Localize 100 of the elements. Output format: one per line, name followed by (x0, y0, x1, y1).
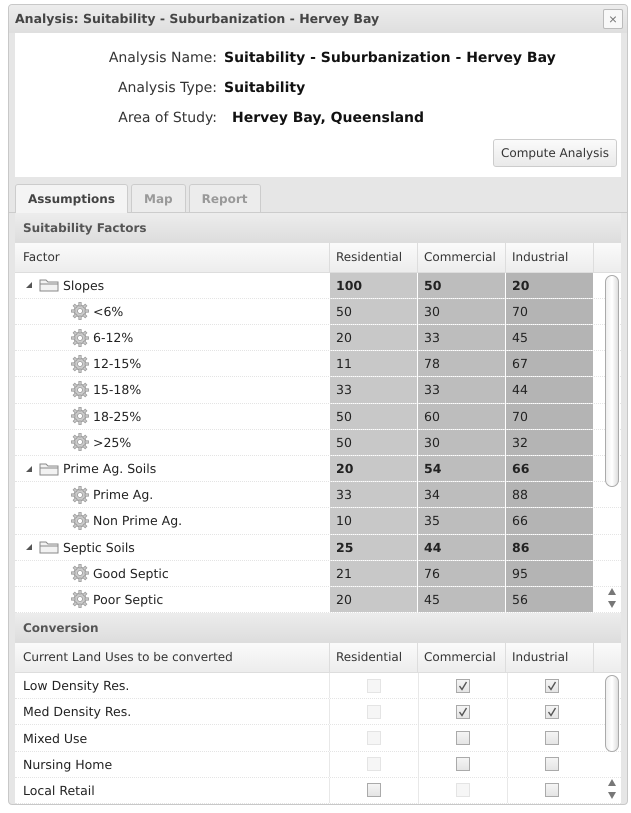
value-cell[interactable]: 45 (505, 325, 593, 350)
value-cell[interactable]: 20 (505, 272, 593, 298)
column-header[interactable]: Commercial (417, 242, 505, 272)
value-cell[interactable]: 100 (329, 272, 417, 298)
info-value: Suitability - Suburbanization - Hervey Bay (224, 50, 556, 66)
info-value: Suitability (224, 80, 306, 96)
factor-name: >25% (93, 434, 132, 450)
checkbox[interactable] (456, 678, 470, 693)
column-header[interactable]: Current Land Uses to be converted (15, 643, 329, 672)
value-cell[interactable]: 76 (417, 560, 505, 586)
scroll-down-icon[interactable] (608, 792, 616, 799)
value-cell[interactable]: 88 (505, 482, 593, 508)
value-cell[interactable]: 30 (417, 298, 505, 324)
land-use-name: Mixed Use (23, 730, 88, 746)
value-cell[interactable]: 67 (505, 351, 593, 376)
value-cell[interactable]: 78 (417, 351, 505, 376)
window-title: Analysis: Suitability - Suburbanization - Hervey Bay (15, 11, 380, 26)
factor-name: 15-18% (93, 382, 142, 398)
column-header[interactable]: Industrial (505, 242, 593, 272)
checkbox[interactable] (456, 704, 470, 719)
column-header[interactable]: Residential (329, 242, 417, 272)
value-cell[interactable]: 56 (505, 586, 593, 612)
expand-triangle-icon[interactable] (25, 464, 33, 473)
gear-icon (71, 486, 89, 504)
gear-icon (71, 433, 89, 452)
factor-name: Non Prime Ag. (93, 513, 182, 528)
value-cell[interactable]: 32 (505, 430, 593, 455)
info-value: Hervey Bay, Queensland (232, 110, 424, 126)
info-label: Area of Study: (117, 110, 218, 126)
gear-icon (71, 354, 89, 373)
checkbox[interactable] (367, 783, 381, 798)
gear-icon (71, 512, 89, 530)
value-cell[interactable]: 33 (329, 377, 417, 403)
checkbox[interactable] (545, 678, 559, 693)
info-label: Analysis Type: (116, 80, 218, 96)
value-cell[interactable]: 54 (417, 456, 505, 482)
value-cell[interactable]: 86 (505, 534, 593, 560)
column-header[interactable]: Residential (329, 643, 417, 672)
value-cell[interactable]: 33 (329, 482, 417, 508)
value-cell[interactable]: 33 (417, 325, 505, 350)
land-use-name: Low Density Res. (23, 678, 130, 694)
checkbox[interactable] (545, 704, 559, 719)
value-cell[interactable]: 50 (329, 298, 417, 324)
info-label: Analysis Name: (108, 50, 218, 66)
checkbox[interactable] (545, 757, 559, 772)
value-cell[interactable]: 21 (329, 560, 417, 586)
factor-name: Good Septic (93, 566, 169, 581)
value-cell[interactable]: 30 (417, 430, 505, 455)
value-cell[interactable]: 70 (505, 404, 593, 429)
value-cell[interactable]: 66 (505, 508, 593, 534)
checkbox[interactable] (545, 783, 559, 798)
value-cell[interactable]: 34 (417, 482, 505, 508)
value-cell[interactable]: 10 (329, 508, 417, 534)
gear-icon (71, 590, 89, 608)
value-cell[interactable]: 20 (329, 586, 417, 612)
factor-name: Septic Soils (63, 540, 135, 555)
checkbox[interactable] (545, 731, 559, 746)
value-cell[interactable]: 50 (329, 404, 417, 429)
scroll-up-icon[interactable] (608, 588, 616, 596)
gear-icon (71, 564, 89, 582)
value-cell[interactable]: 44 (417, 534, 505, 560)
value-cell[interactable]: 50 (329, 430, 417, 455)
value-cell[interactable]: 33 (417, 377, 505, 403)
column-header[interactable]: Factor (15, 242, 329, 272)
gear-icon (71, 407, 89, 426)
compute-analysis-button[interactable]: Compute Analysis (493, 138, 617, 167)
gear-icon (71, 328, 89, 347)
land-use-name: Local Retail (23, 782, 95, 798)
section-header: Conversion (15, 613, 621, 644)
expand-triangle-icon[interactable] (25, 281, 33, 290)
section-header: Suitability Factors (15, 212, 621, 243)
column-header[interactable]: Industrial (505, 643, 593, 672)
factor-name: Prime Ag. Soils (63, 461, 156, 476)
value-cell[interactable]: 60 (417, 404, 505, 429)
factor-name: Poor Septic (93, 592, 164, 607)
value-cell[interactable]: 20 (329, 456, 417, 482)
expand-triangle-icon[interactable] (25, 543, 33, 552)
value-cell[interactable]: 25 (329, 534, 417, 560)
value-cell[interactable]: 70 (505, 298, 593, 324)
value-cell[interactable]: 20 (329, 325, 417, 350)
value-cell[interactable]: 11 (329, 351, 417, 376)
value-cell[interactable]: 95 (505, 560, 593, 586)
land-use-name: Nursing Home (23, 756, 112, 772)
factor-name: 6-12% (93, 330, 134, 346)
checkbox[interactable] (456, 757, 470, 772)
value-cell[interactable]: 45 (417, 586, 505, 612)
tab[interactable]: Assumptions (15, 184, 128, 213)
folder-icon (39, 278, 59, 292)
value-cell[interactable]: 50 (417, 272, 505, 298)
scroll-down-icon[interactable] (608, 601, 616, 608)
factor-name: Slopes (63, 278, 104, 293)
factor-name: 12-15% (93, 356, 142, 372)
value-cell[interactable]: 66 (505, 456, 593, 482)
close-button[interactable]: × (603, 8, 623, 29)
column-header[interactable]: Commercial (417, 643, 505, 672)
gear-icon (71, 302, 89, 320)
scroll-up-icon[interactable] (608, 779, 616, 786)
value-cell[interactable]: 44 (505, 377, 593, 403)
checkbox[interactable] (456, 731, 470, 746)
value-cell[interactable]: 35 (417, 508, 505, 534)
